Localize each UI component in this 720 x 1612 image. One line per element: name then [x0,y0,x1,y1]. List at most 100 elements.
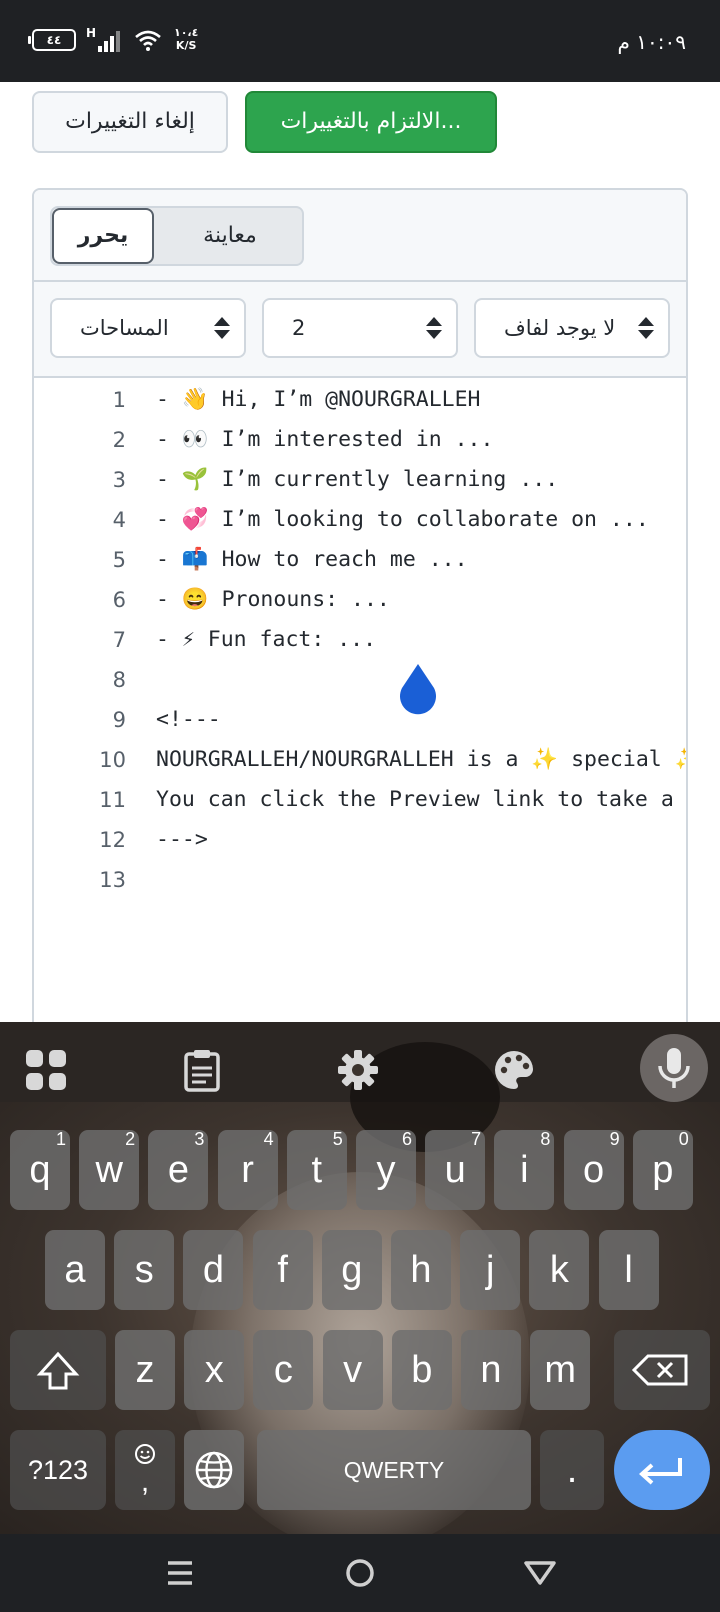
text-cursor-handle[interactable] [398,664,438,716]
line-text[interactable]: - 💞️ I’m looking to collaborate on ... [156,500,649,540]
commit-changes-button[interactable]: الالتزام بالتغييرات... [245,91,497,153]
key-label: o [583,1149,605,1191]
emoji-comma-key[interactable]: , [115,1430,175,1510]
line-text[interactable]: You can click the Preview link to take a… [156,780,686,820]
line-text[interactable]: - 👋 Hi, I’m @NOURGRALLEH [156,380,480,420]
key-label: q [29,1149,51,1191]
period-key[interactable]: . [540,1430,604,1510]
key-w[interactable]: w2 [79,1129,140,1210]
line-text[interactable]: - ⚡ Fun fact: ... [156,620,376,660]
code-line[interactable]: 12 ---> [34,820,686,860]
line-number: 6 [112,588,126,612]
indent-mode-select[interactable]: المساحات [50,298,246,358]
tab-preview[interactable]: معاينة [158,208,302,264]
line-text[interactable]: - 👀 I’m interested in ... [156,420,493,460]
backspace-key[interactable] [614,1330,710,1410]
key-p[interactable]: p0 [632,1129,693,1210]
code-line[interactable]: 13 [34,860,686,900]
key-x[interactable]: x [184,1330,245,1410]
clock: ١٠:٠٩ م [617,30,686,54]
code-line[interactable]: 11 You can click the Preview link to take… [34,780,686,820]
voice-input-button[interactable] [640,1034,708,1102]
key-l[interactable]: l [598,1230,659,1310]
key-d[interactable]: d [183,1230,244,1310]
clipboard-icon[interactable] [180,1048,224,1092]
cancel-changes-button[interactable]: إلغاء التغييرات [32,91,228,153]
line-text[interactable]: NOURGRALLEH/NOURGRALLEH is a ✨ special ✨… [156,740,686,780]
enter-key[interactable] [614,1430,710,1510]
key-h[interactable]: h [391,1230,451,1310]
line-text[interactable]: - 😄 Pronouns: ... [156,580,390,620]
key-hint: 6 [401,1129,412,1149]
key-r[interactable]: r4 [217,1129,278,1210]
line-number: 10 [99,748,126,772]
key-s[interactable]: s [114,1230,175,1310]
key-f[interactable]: f [252,1230,313,1310]
key-c[interactable]: c [253,1330,314,1410]
shift-key[interactable] [10,1330,106,1410]
key-k[interactable]: k [529,1230,590,1310]
code-line[interactable]: 5 - 📫 How to reach me ... [34,540,686,580]
network-speed: ١٠،٤ K/S [174,26,198,52]
line-text[interactable]: - 📫 How to reach me ... [156,540,468,580]
indent-size-select[interactable]: 2 [262,298,458,358]
key-n[interactable]: n [461,1330,521,1410]
key-label: e [167,1149,189,1191]
key-g[interactable]: g [321,1230,382,1310]
signal-icon [96,30,120,52]
code-line[interactable]: 9 <!--- [34,700,686,740]
backspace-icon [631,1354,688,1386]
code-line[interactable]: 3 - 🌱 I’m currently learning ... [34,460,686,500]
key-a[interactable]: a [45,1230,105,1310]
code-line[interactable]: 8 [34,660,686,700]
battery-level: ٤٤ [46,33,62,47]
code-line[interactable]: 10 NOURGRALLEH/NOURGRALLEH is a ✨ special… [34,740,686,780]
recent-apps-icon[interactable] [160,1553,200,1593]
key-j[interactable]: j [460,1230,521,1310]
code-line[interactable]: 1 - 👋 Hi, I’m @NOURGRALLEH [34,380,686,420]
key-i[interactable]: i8 [494,1129,555,1210]
key-m[interactable]: m [530,1330,591,1410]
indent-size-value: 2 [292,316,306,340]
key-t[interactable]: t5 [286,1129,347,1210]
key-e[interactable]: e3 [148,1129,209,1210]
back-icon[interactable] [520,1553,560,1593]
key-hint: 8 [540,1129,551,1149]
key-u[interactable]: u7 [425,1129,486,1210]
key-label: y [376,1149,396,1191]
gear-icon[interactable] [336,1048,380,1092]
key-b[interactable]: b [391,1330,452,1410]
key-label: p [652,1149,674,1191]
key-label: k [549,1249,569,1291]
line-text[interactable]: <!--- [156,700,221,740]
navigation-bar [0,1534,720,1612]
line-number: 3 [112,468,126,492]
wrap-mode-select[interactable]: لا يوجد لفاف [474,298,670,358]
key-label: x [204,1349,224,1391]
space-key[interactable]: QWERTY [257,1430,531,1510]
key-label: i [520,1149,529,1191]
code-line[interactable]: 4 - 💞️ I’m looking to collaborate on ... [34,500,686,540]
code-line[interactable]: 6 - 😄 Pronouns: ... [34,580,686,620]
symbols-key[interactable]: ?123 [10,1430,106,1510]
line-number: 1 [112,388,126,412]
language-key[interactable] [184,1430,244,1510]
key-v[interactable]: v [322,1330,383,1410]
key-z[interactable]: z [115,1330,175,1410]
line-text[interactable]: - 🌱 I’m currently learning ... [156,460,558,500]
home-icon[interactable] [340,1553,380,1593]
code-line[interactable]: 7 - ⚡ Fun fact: ... [34,620,686,660]
palette-icon[interactable] [492,1048,536,1092]
key-label: g [341,1249,363,1291]
wifi-icon [135,30,161,51]
key-label: v [343,1349,363,1391]
select-arrows-icon [426,317,442,339]
apps-grid-icon[interactable] [24,1048,68,1092]
line-text[interactable]: ---> [156,820,208,860]
tab-edit[interactable]: يحرر [52,208,154,264]
key-o[interactable]: o9 [563,1129,624,1210]
key-q[interactable]: q1 [10,1129,70,1210]
key-hint: 9 [609,1129,620,1149]
key-y[interactable]: y6 [356,1129,416,1210]
code-line[interactable]: 2 - 👀 I’m interested in ... [34,420,686,460]
